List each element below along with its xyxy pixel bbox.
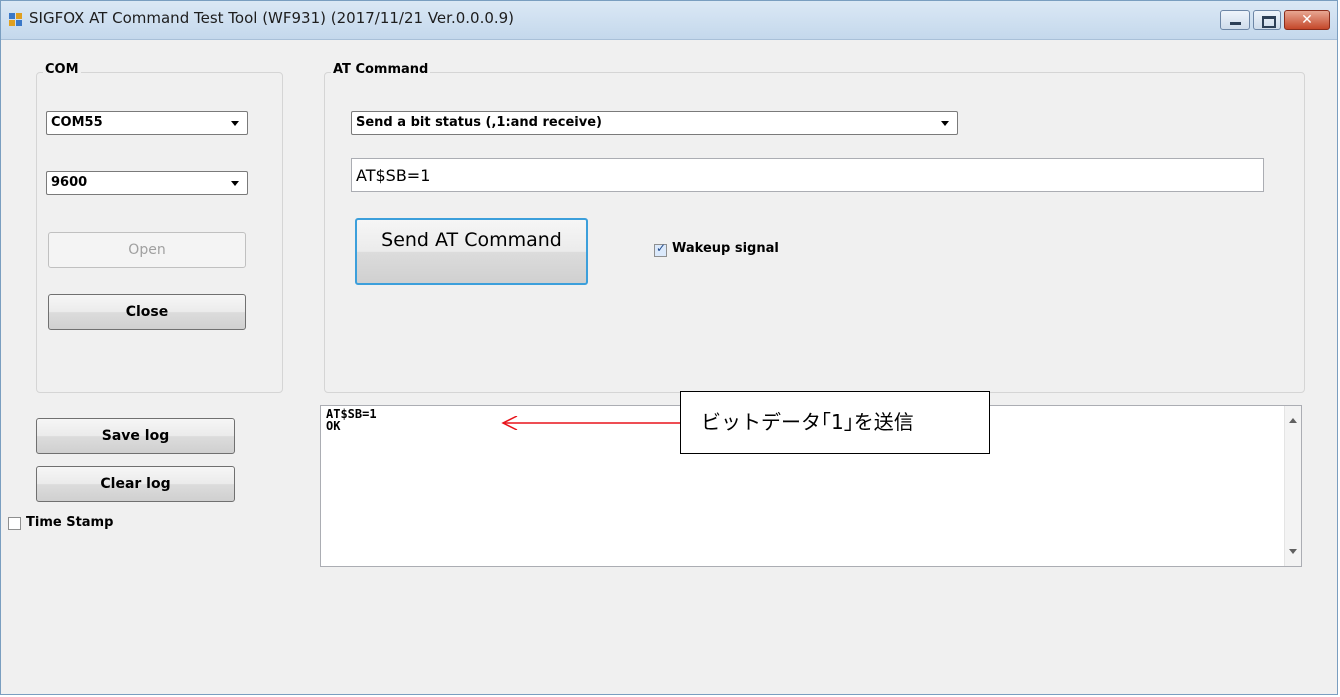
port-select[interactable]: COM55 <box>46 111 248 135</box>
annotation-text: ビットデータ｢1｣を送信 <box>701 410 914 434</box>
chevron-down-icon <box>231 121 239 126</box>
chevron-down-icon <box>231 181 239 186</box>
maximize-icon <box>1262 16 1276 28</box>
close-port-button[interactable]: Close <box>48 294 246 330</box>
baud-select[interactable]: 9600 <box>46 171 248 195</box>
close-window-button[interactable]: ✕ <box>1284 10 1330 30</box>
command-select[interactable]: Send a bit status (,1:and receive) <box>351 111 958 135</box>
log-scrollbar[interactable] <box>1284 406 1301 566</box>
app-icon <box>9 13 23 27</box>
send-at-command-button[interactable]: Send AT Command <box>355 218 588 285</box>
open-button[interactable]: Open <box>48 232 246 268</box>
maximize-button[interactable] <box>1253 10 1281 30</box>
close-icon: ✕ <box>1301 12 1313 28</box>
port-select-value: COM55 <box>51 115 103 130</box>
command-input[interactable]: AT$SB=1 <box>351 158 1264 192</box>
log-text: AT$SB=1 OK <box>326 407 377 433</box>
timestamp-label: Time Stamp <box>26 515 114 530</box>
scroll-up-icon[interactable] <box>1289 418 1297 423</box>
title-bar[interactable]: SIGFOX AT Command Test Tool (WF931) (201… <box>1 1 1337 40</box>
clear-log-button[interactable]: Clear log <box>36 466 235 502</box>
minimize-icon <box>1230 22 1241 25</box>
send-at-command-label: Send AT Command <box>381 229 562 251</box>
minimize-button[interactable] <box>1220 10 1250 30</box>
window-title: SIGFOX AT Command Test Tool (WF931) (201… <box>29 9 515 27</box>
annotation-arrow-icon <box>501 416 681 430</box>
baud-select-value: 9600 <box>51 175 88 190</box>
scroll-down-icon[interactable] <box>1289 549 1297 554</box>
at-command-group-label: AT Command <box>331 62 431 77</box>
timestamp-checkbox[interactable] <box>8 517 21 530</box>
com-group-label: COM <box>43 62 81 77</box>
annotation-callout: ビットデータ｢1｣を送信 <box>680 391 990 454</box>
save-log-button[interactable]: Save log <box>36 418 235 454</box>
command-input-value: AT$SB=1 <box>356 166 431 185</box>
chevron-down-icon <box>941 121 949 126</box>
wakeup-label: Wakeup signal <box>672 241 779 256</box>
checkmark-icon: ✓ <box>656 241 667 255</box>
command-select-value: Send a bit status (,1:and receive) <box>356 115 602 130</box>
app-window: SIGFOX AT Command Test Tool (WF931) (201… <box>0 0 1338 695</box>
wakeup-checkbox[interactable]: ✓ <box>654 241 667 257</box>
